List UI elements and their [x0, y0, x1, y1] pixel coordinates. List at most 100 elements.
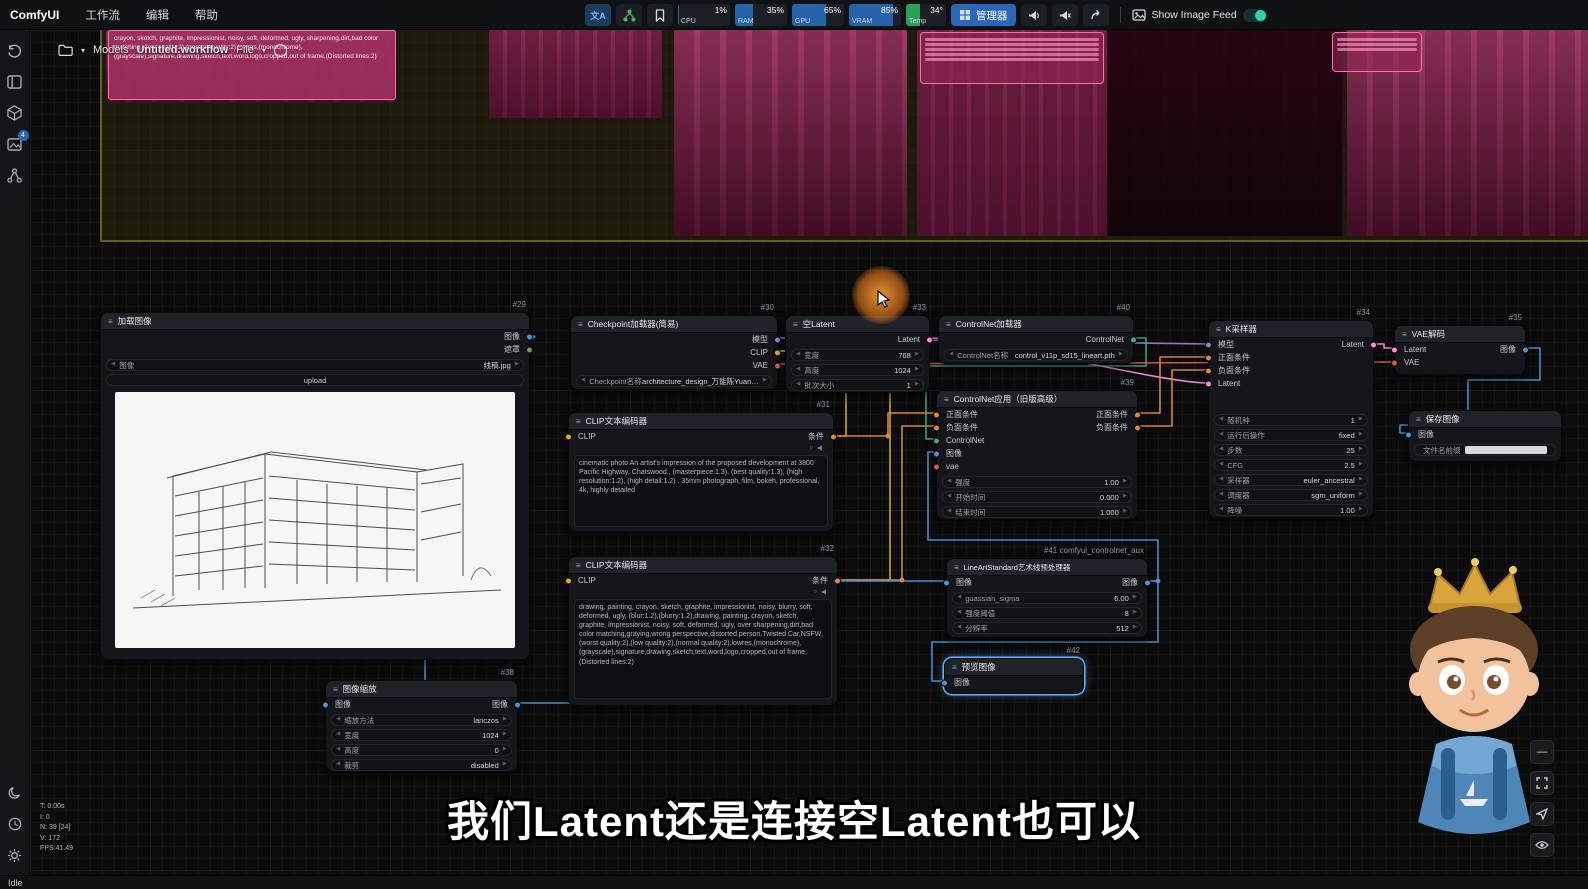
collapse-icon[interactable]: ≡: [954, 563, 959, 572]
speaker-icon[interactable]: [821, 588, 829, 596]
gallery-icon[interactable]: 4: [4, 133, 26, 155]
height-widget[interactable]: ◀高度0▶: [331, 744, 512, 756]
collapse-icon[interactable]: ≡: [793, 320, 798, 329]
minimize-button[interactable]: —: [1530, 740, 1554, 764]
port-model-input[interactable]: [1205, 341, 1212, 348]
node-controlnet-apply[interactable]: #39 ≡ ControlNet应用（旧版高级） 正面条件 正面条件 负面条件 …: [936, 390, 1138, 520]
share-icon-button[interactable]: [1083, 4, 1109, 26]
collapse-icon[interactable]: ≡: [576, 417, 581, 426]
port-positive-input[interactable]: [1205, 354, 1212, 361]
controlnet-name-widget[interactable]: ◀ ControlNet名称 control_v11p_sd15_lineart…: [944, 349, 1128, 361]
translate-button[interactable]: 文A: [585, 4, 611, 26]
port-image-input[interactable]: [1405, 431, 1412, 438]
upload-button[interactable]: upload: [106, 374, 524, 386]
app-logo[interactable]: ComfyUI: [10, 8, 59, 22]
port-positive-output[interactable]: [1134, 411, 1141, 418]
node-ksampler[interactable]: #34 ≡ K采样器 模型 Latent 正面条件 负面条件 Latent ◀随…: [1208, 320, 1374, 518]
announce-muted-icon-button[interactable]: [1052, 4, 1078, 26]
node-map-icon[interactable]: [4, 164, 26, 186]
decrement-arrow-icon[interactable]: ◀: [581, 378, 585, 384]
port-conditioning-output[interactable]: [834, 577, 841, 584]
width-widget[interactable]: ◀宽度1024▶: [331, 729, 512, 741]
port-controlnet-input[interactable]: [933, 437, 940, 444]
collapse-icon[interactable]: ≡: [333, 685, 338, 694]
workflow-tree-button[interactable]: [616, 4, 642, 26]
control-after-generate-widget[interactable]: ◀运行后操作fixed▶: [1214, 429, 1368, 441]
port-latent-input[interactable]: [1391, 346, 1398, 353]
port-image-output[interactable]: [514, 701, 521, 708]
crop-widget[interactable]: ◀裁剪disabled▶: [331, 759, 512, 771]
denoise-widget[interactable]: ◀降噪1.00▶: [1214, 504, 1368, 516]
port-image-output[interactable]: [1522, 346, 1529, 353]
port-vae-output[interactable]: [774, 362, 781, 369]
collapse-icon[interactable]: ≡: [946, 320, 951, 329]
port-clip-input[interactable]: [565, 577, 572, 584]
sampler-widget[interactable]: ◀采样器euler_ancestral▶: [1214, 474, 1368, 486]
toggle-off-icon[interactable]: ○: [809, 445, 813, 451]
port-vae-input[interactable]: [1391, 359, 1398, 366]
negative-prompt-textarea[interactable]: drawing, painting, crayon, sketch, graph…: [574, 599, 832, 699]
port-clip-input[interactable]: [565, 433, 572, 440]
model-library-cube-icon[interactable]: [4, 102, 26, 124]
models-label[interactable]: Models: [93, 44, 128, 56]
port-image-input[interactable]: [322, 701, 329, 708]
batch-size-widget[interactable]: ◀批次大小1▶: [791, 379, 924, 391]
width-widget[interactable]: ◀宽度768▶: [791, 349, 924, 361]
port-image-input[interactable]: [941, 679, 948, 686]
node-save-image[interactable]: ≡ 保存图像 图像 文件名前缀: [1408, 410, 1562, 462]
collapse-icon[interactable]: ≡: [578, 320, 583, 329]
node-header[interactable]: ≡ 保存图像: [1409, 411, 1561, 428]
image-feed-control[interactable]: Show Image Feed: [1132, 9, 1267, 22]
port-image-input[interactable]: [933, 450, 940, 457]
port-controlnet-output[interactable]: [1130, 336, 1137, 343]
port-mask-output[interactable]: [526, 346, 533, 353]
port-negative-input[interactable]: [1205, 367, 1212, 374]
decrement-arrow-icon[interactable]: ◀: [111, 362, 115, 368]
node-vae-decode[interactable]: #35 ≡ VAE解码 Latent 图像 VAE: [1394, 325, 1526, 375]
filename-input[interactable]: [1465, 446, 1548, 454]
node-header[interactable]: ≡ ControlNet加载器: [939, 316, 1133, 333]
undo-history-icon[interactable]: [4, 40, 26, 62]
collapse-icon[interactable]: ≡: [1216, 325, 1221, 334]
port-negative-output[interactable]: [1134, 424, 1141, 431]
filename-prefix-widget[interactable]: 文件名前缀: [1414, 444, 1556, 456]
gaussian-sigma-widget[interactable]: ◀guassian_sigma6.00▶: [952, 592, 1142, 604]
node-header[interactable]: ≡ K采样器: [1209, 321, 1373, 338]
workflow-extra-icon[interactable]: [274, 44, 287, 57]
workflow-tab-bar[interactable]: ▾ Models Untitled.workflow File ▾: [58, 40, 287, 60]
node-header[interactable]: ≡ 加载图像: [101, 313, 529, 330]
port-clip-output[interactable]: [774, 349, 781, 356]
port-image-output[interactable]: [526, 333, 533, 340]
checkpoint-combo-widget[interactable]: ◀ Checkpoint名称 architecture_design_万能陈Yu…: [576, 375, 772, 387]
node-header[interactable]: ≡ CLIP文本编码器: [569, 557, 837, 574]
port-negative-input[interactable]: [933, 424, 940, 431]
port-image-output[interactable]: [1144, 579, 1151, 586]
menu-help[interactable]: 帮助: [195, 7, 218, 23]
node-header[interactable]: ≡ LineArtStandard艺术线预处理器: [947, 559, 1147, 576]
collapse-icon[interactable]: ≡: [952, 663, 957, 672]
menu-workflow[interactable]: 工作流: [85, 7, 120, 23]
pointer-mode-button[interactable]: [1530, 802, 1554, 826]
collapse-icon[interactable]: ≡: [576, 561, 581, 570]
port-vae-input[interactable]: [933, 463, 940, 470]
dark-theme-moon-icon[interactable]: [4, 782, 26, 804]
port-model-output[interactable]: [774, 336, 781, 343]
fit-view-button[interactable]: [1530, 771, 1554, 795]
node-header[interactable]: ≡ VAE解码: [1395, 326, 1525, 343]
chevron-down-icon[interactable]: ▾: [262, 46, 266, 55]
scheduler-widget[interactable]: ◀调度器sgm_uniform▶: [1214, 489, 1368, 501]
node-lineart-preprocessor[interactable]: #41 comfyui_controlnet_aux ≡ LineArtStan…: [946, 558, 1148, 638]
announce-icon-button[interactable]: [1021, 4, 1047, 26]
increment-arrow-icon[interactable]: ▶: [763, 378, 767, 384]
seed-widget[interactable]: ◀随机种1▶: [1214, 414, 1368, 426]
steps-widget[interactable]: ◀步数25▶: [1214, 444, 1368, 456]
strength-widget[interactable]: ◀强度1.00▶: [942, 476, 1132, 488]
collapse-icon[interactable]: ≡: [944, 395, 949, 404]
speaker-icon[interactable]: [817, 444, 825, 452]
collapse-icon[interactable]: ≡: [1402, 330, 1407, 339]
node-header[interactable]: ≡ 空Latent: [786, 316, 929, 333]
settings-gear-icon[interactable]: [4, 844, 26, 866]
node-clip-encode-positive[interactable]: #31 ≡ CLIP文本编码器 CLIP 条件 ○ cinematic phot…: [568, 412, 834, 532]
collapse-icon[interactable]: ≡: [1416, 415, 1421, 424]
positive-prompt-textarea[interactable]: cinematic photo An artist's impression o…: [574, 455, 828, 527]
